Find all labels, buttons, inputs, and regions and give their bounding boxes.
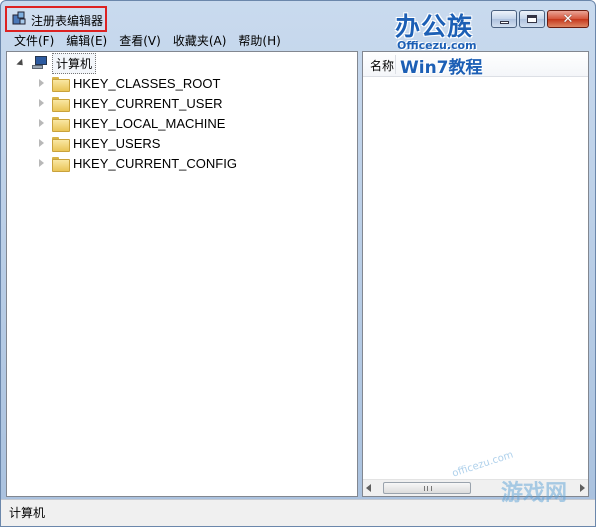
menu-file[interactable]: 文件(F) xyxy=(8,33,60,50)
menu-help[interactable]: 帮助(H) xyxy=(232,33,286,50)
close-icon: ✕ xyxy=(562,11,574,27)
registry-tree-pane[interactable]: 计算机 HKEY_CLASSES_ROOT HKEY_CURRENT_USER … xyxy=(6,51,358,497)
tree-root-row[interactable]: 计算机 xyxy=(17,52,97,74)
tree-item-hkey-users[interactable]: HKEY_USERS xyxy=(37,133,160,153)
window-title: 注册表编辑器 xyxy=(31,14,104,28)
values-list-pane[interactable]: 名称 Win7教程 xyxy=(362,51,589,497)
maximize-icon xyxy=(527,15,537,23)
tree-item-label[interactable]: HKEY_CURRENT_USER xyxy=(73,96,223,111)
tree-item-hkey-current-user[interactable]: HKEY_CURRENT_USER xyxy=(37,93,223,113)
scroll-left-icon[interactable] xyxy=(366,484,371,492)
folder-icon xyxy=(52,76,70,92)
caption-buttons: ✕ xyxy=(491,10,591,28)
status-path: 计算机 xyxy=(9,506,46,520)
tree-item-label[interactable]: HKEY_CLASSES_ROOT xyxy=(73,76,220,91)
folder-icon xyxy=(52,96,70,112)
close-button[interactable]: ✕ xyxy=(547,10,589,28)
menu-bar: 文件(F) 编辑(E) 查看(V) 收藏夹(A) 帮助(H) xyxy=(2,32,594,51)
tree-item-label[interactable]: HKEY_CURRENT_CONFIG xyxy=(73,156,237,171)
folder-icon xyxy=(52,136,70,152)
list-column-header: 名称 Win7教程 xyxy=(363,52,588,78)
expand-arrow-icon[interactable] xyxy=(37,98,46,108)
tree-item-label[interactable]: HKEY_LOCAL_MACHINE xyxy=(73,116,225,131)
corner-watermark: officezu.com 游戏网 xyxy=(431,449,591,526)
menu-edit[interactable]: 编辑(E) xyxy=(60,33,113,50)
maximize-button[interactable] xyxy=(519,10,545,28)
tree-item-label[interactable]: HKEY_USERS xyxy=(73,136,160,151)
regedit-icon[interactable] xyxy=(11,10,27,26)
menu-favorites[interactable]: 收藏夹(A) xyxy=(167,33,233,50)
folder-icon xyxy=(52,156,70,172)
column-header-name[interactable]: 名称 xyxy=(370,57,394,74)
minimize-button[interactable] xyxy=(491,10,517,28)
tree-item-hkey-local-machine[interactable]: HKEY_LOCAL_MACHINE xyxy=(37,113,225,133)
menu-view[interactable]: 查看(V) xyxy=(113,33,167,50)
title-bar[interactable]: 注册表编辑器 办公族 Officezu.com ✕ xyxy=(1,1,595,52)
minimize-icon xyxy=(499,20,509,24)
corner-watermark-text: 游戏网 xyxy=(501,481,568,506)
expand-arrow-icon[interactable] xyxy=(37,138,46,148)
expand-arrow-icon[interactable] xyxy=(37,118,46,128)
column-divider[interactable] xyxy=(395,55,396,74)
tree-root-label[interactable]: 计算机 xyxy=(52,52,97,74)
computer-icon xyxy=(32,56,48,70)
tree-item-hkey-current-config[interactable]: HKEY_CURRENT_CONFIG xyxy=(37,153,237,173)
expand-arrow-icon[interactable] xyxy=(37,158,46,168)
collapse-arrow-icon[interactable] xyxy=(17,59,26,68)
win7-watermark: Win7教程 xyxy=(400,58,483,78)
folder-icon xyxy=(52,116,70,132)
expand-arrow-icon[interactable] xyxy=(37,78,46,88)
tree-item-hkey-classes-root[interactable]: HKEY_CLASSES_ROOT xyxy=(37,73,220,93)
regedit-window: 注册表编辑器 办公族 Officezu.com ✕ 文件(F) 编辑(E) 查看… xyxy=(0,0,596,527)
